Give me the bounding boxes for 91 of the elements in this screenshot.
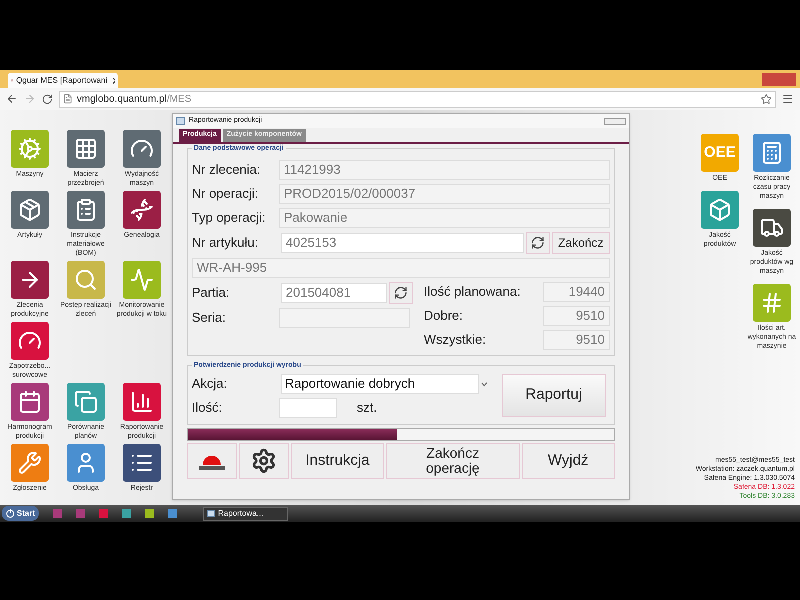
app-tile[interactable]	[11, 322, 49, 360]
app-tile[interactable]	[11, 191, 49, 229]
dropdown-caret-icon[interactable]	[481, 382, 488, 386]
field-label: Partia:	[192, 284, 231, 302]
app-tile[interactable]	[123, 383, 161, 421]
unit-label: szt.	[357, 399, 378, 418]
field-label: Wszystkie:	[424, 331, 486, 350]
app-icon	[74, 268, 98, 292]
app-tile[interactable]	[123, 191, 161, 229]
app-tile[interactable]	[123, 444, 161, 482]
bookmark-star-icon[interactable]	[761, 94, 772, 104]
refresh-icon	[394, 286, 408, 300]
action-select[interactable]: Raportowanie dobrych	[281, 374, 479, 394]
browser-tab[interactable]: Qguar MES [Raportowani	[8, 73, 118, 88]
app-icon	[18, 137, 42, 161]
app-icon	[74, 198, 98, 222]
report-button[interactable]: Raportuj	[502, 374, 606, 417]
reload-icon[interactable]	[42, 94, 53, 104]
app-tile[interactable]	[67, 444, 105, 482]
app-icon	[130, 390, 154, 414]
field-label: Ilość:	[192, 399, 224, 418]
app-tile[interactable]	[123, 261, 161, 299]
article-name-field: WR-AH-995	[192, 258, 610, 278]
close-window-button[interactable]	[762, 72, 796, 86]
app-tile[interactable]	[67, 261, 105, 299]
task-title: Raportowa...	[218, 508, 264, 520]
planned-field: 19440	[543, 282, 610, 302]
app-tile[interactable]	[67, 191, 105, 229]
good-field: 9510	[543, 306, 610, 326]
field-label: Akcja:	[192, 375, 228, 394]
app-icon	[760, 291, 784, 315]
app-tile[interactable]	[11, 444, 49, 482]
field-label: Seria:	[192, 309, 227, 328]
field-label: Dobre:	[424, 307, 464, 326]
start-button[interactable]: Start	[2, 506, 40, 521]
instruction-button[interactable]: Instrukcja	[291, 443, 384, 479]
app-tile[interactable]	[701, 191, 739, 229]
taskbar-task[interactable]: Raportowa...	[203, 506, 288, 520]
settings-icon	[251, 448, 277, 474]
quick-launch-icon[interactable]	[122, 509, 132, 518]
field-label: Nr artykułu:	[192, 234, 260, 252]
article-field: 4025153	[281, 233, 524, 253]
app-icon	[130, 198, 154, 222]
app-icon	[760, 216, 784, 240]
field-label: Typ operacji:	[192, 209, 267, 228]
field-label: Nr operacji:	[192, 185, 260, 204]
app-tile[interactable]	[123, 130, 161, 168]
back-icon[interactable]	[6, 93, 18, 105]
page-icon	[63, 94, 73, 104]
field-label: Nr zlecenia:	[192, 161, 262, 180]
app-tile[interactable]	[67, 130, 105, 168]
app-icon	[74, 390, 98, 414]
app-icon	[18, 390, 42, 414]
app-tile[interactable]	[753, 284, 791, 322]
exit-button[interactable]: Wyjdź	[522, 443, 615, 479]
field-label: Ilość planowana:	[424, 283, 521, 302]
settings-button[interactable]	[239, 443, 289, 479]
app-tile[interactable]	[67, 383, 105, 421]
window-icon	[176, 117, 185, 125]
tile-text: OEE	[704, 142, 736, 163]
finish-operation-button[interactable]: Zakończ operację	[386, 443, 520, 479]
quick-launch-icon[interactable]	[168, 509, 178, 518]
app-icon	[760, 141, 784, 165]
app-tile[interactable]	[11, 383, 49, 421]
app-icon	[18, 198, 42, 222]
all-field: 9510	[543, 330, 610, 350]
finish-button[interactable]: Zakończ	[552, 232, 610, 254]
app-tile[interactable]	[753, 134, 791, 172]
refresh-button[interactable]	[389, 282, 413, 304]
app-tile[interactable]	[11, 130, 49, 168]
url-text: vmglobo.quantum.pl/MES	[77, 92, 192, 106]
power-icon	[6, 509, 15, 518]
order-field: 11421993	[279, 160, 610, 180]
quantity-input[interactable]	[279, 398, 337, 418]
app-icon	[74, 137, 98, 161]
refresh-button[interactable]	[526, 232, 550, 254]
tab-title: Qguar MES [Raportowani	[16, 74, 108, 86]
operation-field: PROD2015/02/000037	[279, 184, 610, 204]
app-icon	[18, 451, 42, 475]
app-icon	[130, 268, 154, 292]
app-tile[interactable]	[11, 261, 49, 299]
alarm-button[interactable]	[187, 443, 237, 479]
batch-field: 201504081	[281, 283, 387, 303]
app-tile[interactable]	[753, 209, 791, 247]
window-icon	[207, 510, 216, 517]
url-field[interactable]: vmglobo.quantum.pl/MES	[59, 90, 776, 108]
menu-icon[interactable]	[782, 93, 794, 105]
type-field: Pakowanie	[279, 208, 610, 228]
refresh-icon	[531, 236, 545, 250]
quick-launch-icon[interactable]	[145, 509, 154, 518]
app-icon	[708, 198, 732, 222]
